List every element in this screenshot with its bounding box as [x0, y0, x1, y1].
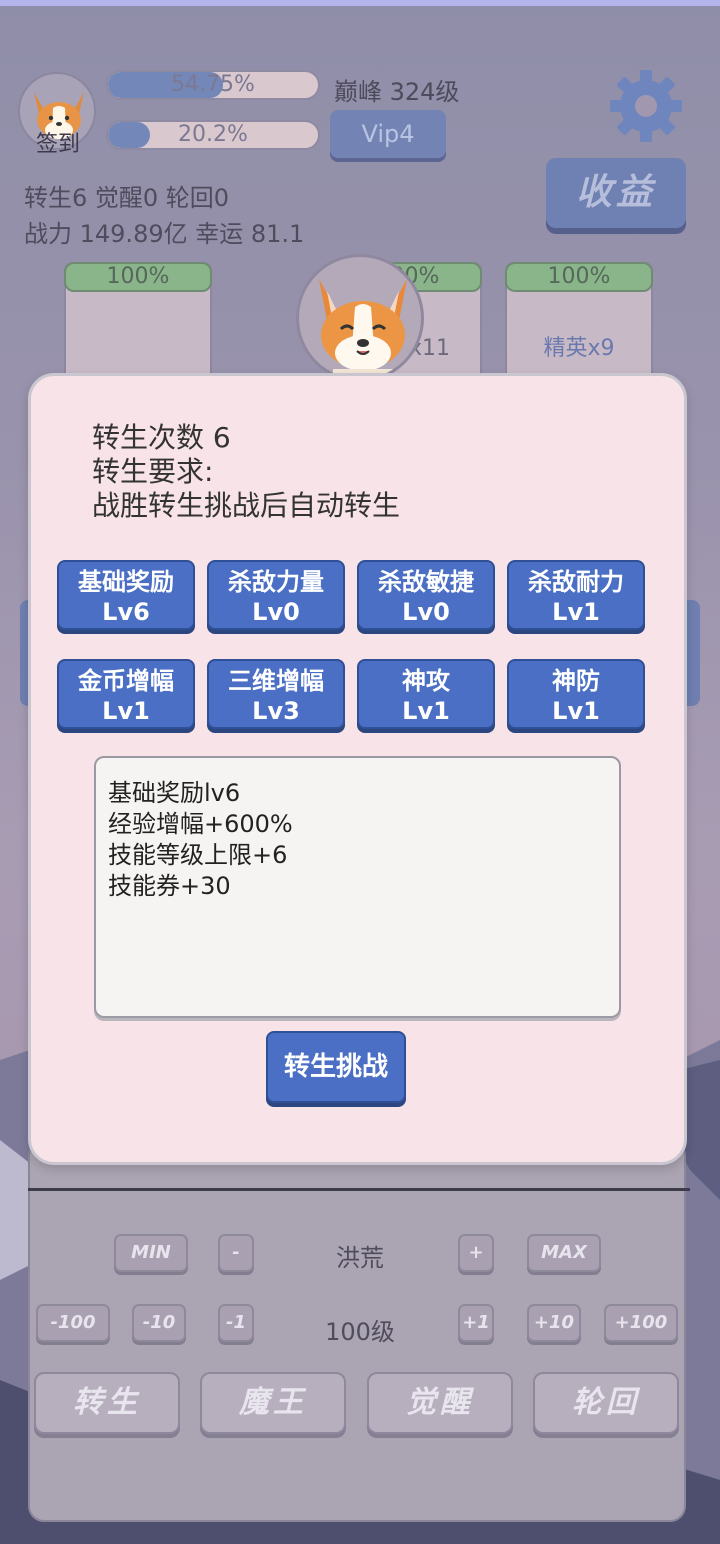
- signin-label[interactable]: 签到: [28, 126, 88, 158]
- corgi-mascot-icon: [319, 279, 407, 379]
- vip-button[interactable]: Vip4: [330, 110, 446, 158]
- plus-1-button[interactable]: +1: [458, 1304, 494, 1342]
- upgrade-level: Lv1: [402, 697, 450, 725]
- panel-divider: [28, 1188, 690, 1191]
- upgrade-kill-strength-button[interactable]: 杀敌力量 Lv0: [207, 560, 345, 630]
- upgrade-name: 神攻: [402, 667, 450, 695]
- description-line: 技能等级上限+6: [108, 841, 288, 869]
- upgrade-level: Lv6: [102, 598, 150, 626]
- description-line: 经验增幅+600%: [108, 810, 293, 838]
- upgrade-divine-defense-button[interactable]: 神防 Lv1: [507, 659, 645, 729]
- upgrade-description-box: 基础奖励lv6 经验增幅+600% 技能等级上限+6 技能券+30: [94, 756, 621, 1018]
- upgrade-name: 三维增幅: [228, 667, 324, 695]
- upgrade-name: 杀敌敏捷: [378, 568, 474, 596]
- upgrade-name: 杀敌耐力: [528, 568, 624, 596]
- upgrade-stats-boost-button[interactable]: 三维增幅 Lv3: [207, 659, 345, 729]
- demon-king-tab-button[interactable]: 魔王: [200, 1372, 346, 1434]
- upgrade-name: 神防: [552, 667, 600, 695]
- description-line: 基础奖励lv6: [108, 779, 241, 807]
- mascot-avatar: [296, 254, 424, 382]
- plus-button[interactable]: +: [458, 1234, 494, 1272]
- power-luck-stats: 战力 149.89亿 幸运 81.1: [24, 220, 305, 248]
- income-button[interactable]: 收益: [546, 158, 686, 228]
- upgrade-name: 基础奖励: [78, 568, 174, 596]
- max-button[interactable]: MAX: [527, 1234, 601, 1272]
- stage-card-progress: 100%: [505, 262, 653, 292]
- upgrade-gold-boost-button[interactable]: 金币增幅 Lv1: [57, 659, 195, 729]
- exp-progress-bar: 54.75%: [106, 70, 320, 100]
- upgrade-base-reward-button[interactable]: 基础奖励 Lv6: [57, 560, 195, 630]
- stage-level-label: 100级: [325, 1318, 395, 1346]
- rebirth-tab-button[interactable]: 转生: [34, 1372, 180, 1434]
- rebirth-stats: 转生6 觉醒0 轮回0: [24, 184, 230, 212]
- exp-progress-text: 54.75%: [171, 72, 255, 97]
- secondary-progress-bar: 20.2%: [106, 120, 320, 150]
- upgrade-level: Lv3: [252, 697, 300, 725]
- minus-1-button[interactable]: -1: [218, 1304, 254, 1342]
- top-accent-line: [0, 0, 720, 6]
- reincarnation-tab-button[interactable]: 轮回: [533, 1372, 679, 1434]
- upgrade-level: Lv1: [552, 598, 600, 626]
- plus-10-button[interactable]: +10: [527, 1304, 581, 1342]
- plus-100-button[interactable]: +100: [604, 1304, 678, 1342]
- description-line: 技能券+30: [108, 872, 231, 900]
- upgrade-level: Lv1: [552, 697, 600, 725]
- stage-card-progress: 100%: [64, 262, 212, 292]
- upgrade-kill-agility-button[interactable]: 杀敌敏捷 Lv0: [357, 560, 495, 630]
- upgrade-level: Lv1: [102, 697, 150, 725]
- minus-button[interactable]: -: [218, 1234, 254, 1272]
- upgrade-name: 杀敌力量: [228, 568, 324, 596]
- upgrade-name: 金币增幅: [78, 667, 174, 695]
- peak-level: 巅峰 324级: [334, 78, 460, 106]
- minus-100-button[interactable]: -100: [36, 1304, 110, 1342]
- min-button[interactable]: MIN: [114, 1234, 188, 1272]
- upgrade-level: Lv0: [252, 598, 300, 626]
- awaken-tab-button[interactable]: 觉醒: [367, 1372, 513, 1434]
- upgrade-kill-stamina-button[interactable]: 杀敌耐力 Lv1: [507, 560, 645, 630]
- rebirth-challenge-button[interactable]: 转生挑战: [266, 1031, 406, 1103]
- minus-10-button[interactable]: -10: [132, 1304, 186, 1342]
- zone-label: 洪荒: [336, 1244, 384, 1272]
- gear-icon[interactable]: [606, 66, 686, 146]
- secondary-progress-text: 20.2%: [178, 122, 248, 147]
- upgrade-level: Lv0: [402, 598, 450, 626]
- upgrade-divine-attack-button[interactable]: 神攻 Lv1: [357, 659, 495, 729]
- requirement-text: 战胜转生挑战后自动转生: [92, 489, 401, 522]
- stage-card-label: 精英x9: [543, 336, 615, 361]
